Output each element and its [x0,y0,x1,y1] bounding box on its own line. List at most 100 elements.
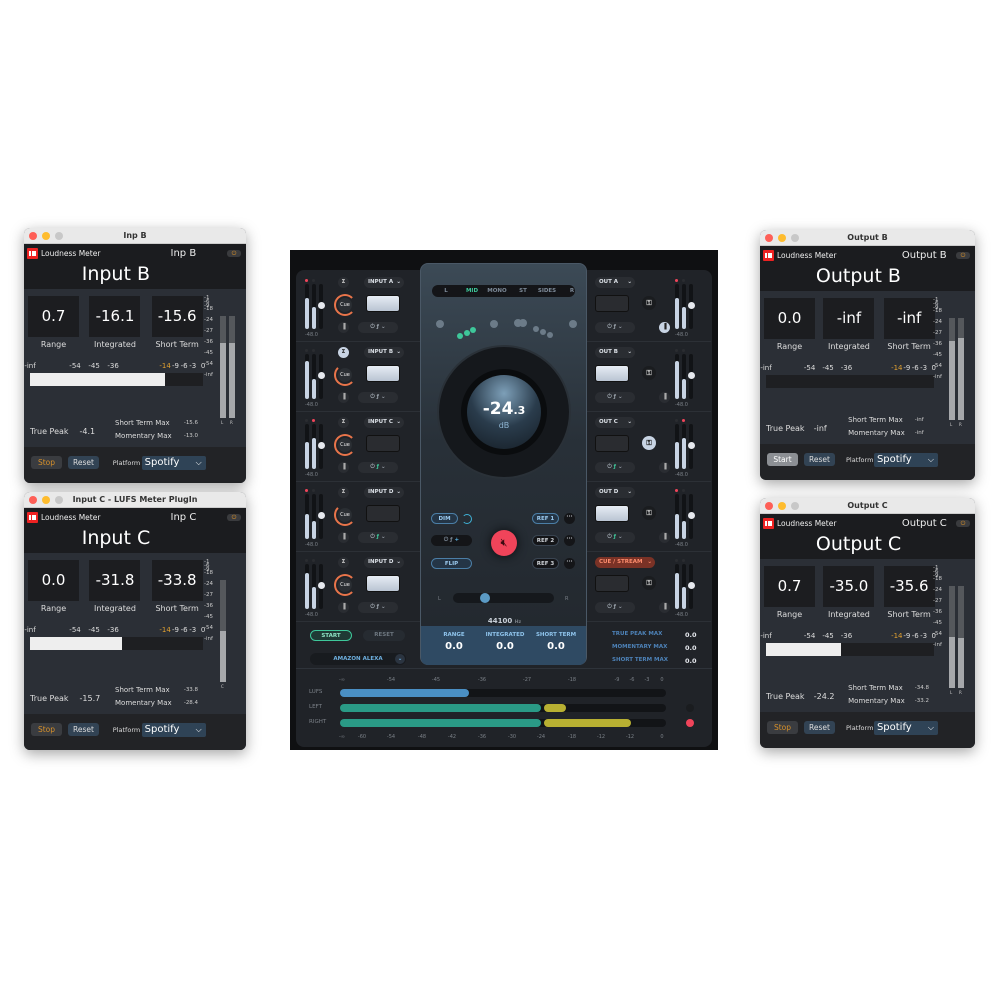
platform-select[interactable]: Spotify ⌵ [873,453,938,467]
fader[interactable] [317,424,325,469]
reset-button[interactable]: Reset [804,721,835,734]
power-icon[interactable]: ⏻ [227,514,241,521]
fader-handle[interactable] [687,302,695,309]
fader-handle[interactable] [687,512,695,519]
speaker-indicator[interactable] [490,320,498,328]
routing-dropdown[interactable]: INPUT D ⌄ [364,557,404,568]
cue-knob[interactable]: Cue [334,294,356,316]
cue-knob[interactable]: Cue [334,364,356,386]
stop-button[interactable]: Stop [767,721,798,734]
fader-handle[interactable] [317,302,325,309]
filter-controls[interactable]: ⏻ ƒ ⌄ [358,392,398,403]
close-button[interactable] [29,232,37,240]
analyzer-icon[interactable]: ▐ [659,602,670,613]
mode-r[interactable]: R [570,288,574,294]
filter-controls[interactable]: ⏻ ƒ ⌄ [595,462,635,473]
dim-button[interactable]: DIM [431,513,458,524]
zoom-button[interactable] [791,502,799,510]
close-button[interactable] [765,234,773,242]
mode-l[interactable]: L [444,288,448,294]
lock-icon[interactable]: ⚿ [642,576,656,590]
source-display[interactable] [595,365,629,382]
routing-dropdown[interactable]: INPUT D ⌄ [364,487,404,498]
analyzer-icon[interactable]: ▐ [338,462,349,473]
close-button[interactable] [29,496,37,504]
fader-handle[interactable] [687,582,695,589]
lock-icon[interactable]: ⚿ [642,436,656,450]
analyzer-icon[interactable]: ▐ [338,322,349,333]
speaker-indicator[interactable] [436,320,444,328]
speaker-indicator[interactable] [457,333,463,339]
filter-controls[interactable]: ⏻ ƒ ⌄ [595,602,635,613]
fader-handle[interactable] [687,372,695,379]
source-display[interactable] [366,365,400,382]
cue-knob[interactable]: Cue [334,574,356,596]
clip-indicator[interactable] [686,719,694,727]
reset-button[interactable]: Reset [68,723,99,736]
zoom-button[interactable] [55,496,63,504]
fader-handle[interactable] [317,582,325,589]
routing-dropdown[interactable]: INPUT B ⌄ [364,347,404,358]
routing-dropdown[interactable]: INPUT A ⌄ [364,277,404,288]
cue-knob[interactable]: Cue [334,504,356,526]
source-display[interactable] [366,435,400,452]
fader[interactable] [687,494,695,539]
filter-controls[interactable]: ⏻ ƒ + [431,535,472,546]
source-display[interactable] [366,295,400,312]
lock-icon[interactable]: ⚿ [642,296,656,310]
routing-dropdown[interactable]: CUE / STREAM ⌄ [595,557,655,568]
reset-button[interactable]: RESET [363,630,405,641]
mode-mono[interactable]: MONO [487,288,506,294]
ref2-button[interactable]: REF 2 [532,535,559,546]
volume-knob[interactable]: -24.3 dB [439,347,569,477]
sum-icon[interactable]: Σ [338,487,349,498]
speaker-indicator[interactable] [547,332,553,338]
source-display[interactable] [366,505,400,522]
analyzer-icon[interactable]: ▐ [338,532,349,543]
power-icon[interactable]: ⏻ [956,520,970,527]
clip-indicator[interactable] [686,704,694,712]
power-icon[interactable]: ⏻ [956,252,970,259]
ref1-button[interactable]: REF 1 [532,513,559,524]
analyzer-icon[interactable]: ▐ [659,532,670,543]
fader[interactable] [317,284,325,329]
mode-sides[interactable]: SIDES [538,288,556,294]
speaker-indicator[interactable] [464,330,470,336]
fader[interactable] [687,284,695,329]
routing-dropdown[interactable]: OUT D ⌄ [595,487,635,498]
power-icon[interactable]: ⏻ [227,250,241,257]
filter-controls[interactable]: ⏻ ƒ ⌄ [595,532,635,543]
platform-select[interactable]: Spotify ⌵ [873,721,938,735]
filter-controls[interactable]: ⏻ ƒ ⌄ [595,392,635,403]
sum-icon[interactable]: Σ [338,417,349,428]
lock-icon[interactable]: ⚿ [642,366,656,380]
source-display[interactable] [595,295,629,312]
analyzer-icon[interactable]: ▐ [338,602,349,613]
ref3-more-button[interactable]: ··· [564,558,575,569]
sum-icon[interactable]: Σ [338,557,349,568]
minimize-button[interactable] [778,234,786,242]
filter-controls[interactable]: ⏻ ƒ ⌄ [358,462,398,473]
stop-button[interactable]: Stop [31,723,62,736]
minimize-button[interactable] [42,232,50,240]
sum-icon[interactable]: Σ [338,347,349,358]
fader[interactable] [687,354,695,399]
speaker-indicator[interactable] [519,319,527,327]
mode-st[interactable]: ST [519,288,527,294]
fader[interactable] [317,494,325,539]
mode-mid[interactable]: MID [466,288,478,294]
speaker-indicator[interactable] [533,326,539,332]
routing-dropdown[interactable]: OUT A ⌄ [595,277,635,288]
filter-controls[interactable]: ⏻ ƒ ⌄ [595,322,635,333]
minimize-button[interactable] [42,496,50,504]
zoom-button[interactable] [55,232,63,240]
source-display[interactable] [366,575,400,592]
pan-slider-handle[interactable] [480,593,491,603]
speaker-indicator[interactable] [540,329,546,335]
sum-icon[interactable]: Σ [338,277,349,288]
analyzer-icon[interactable]: ▐ [338,392,349,403]
routing-dropdown[interactable]: OUT C ⌄ [595,417,635,428]
fader[interactable] [687,564,695,609]
start-button[interactable]: Start [767,453,798,466]
source-display[interactable] [595,505,629,522]
